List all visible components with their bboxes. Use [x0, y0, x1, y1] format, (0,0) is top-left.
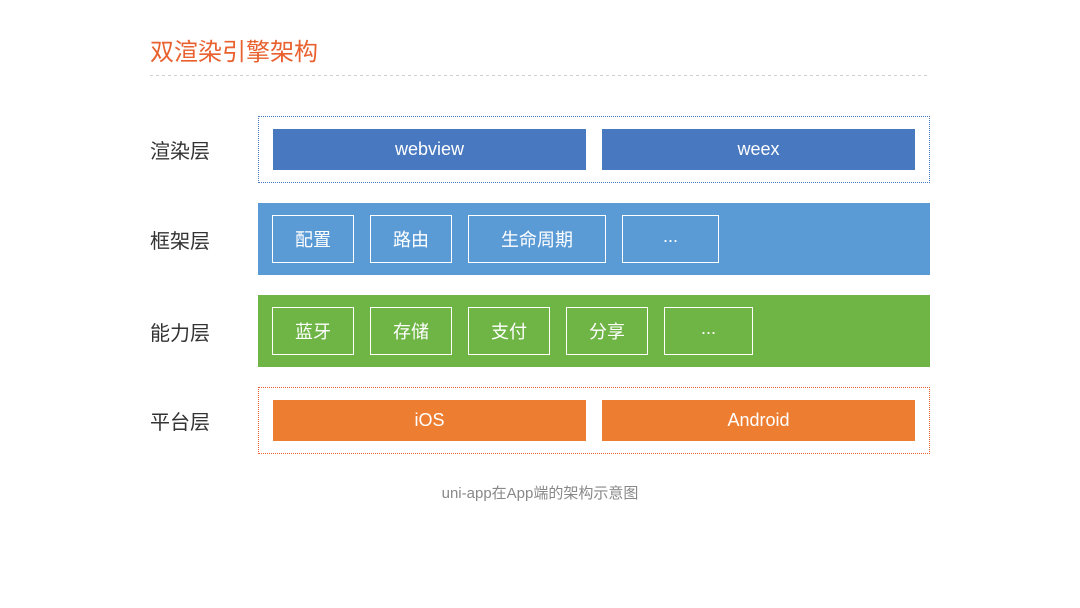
framework-item-lifecycle: 生命周期	[468, 215, 606, 263]
capability-item-payment: 支付	[468, 307, 550, 355]
title-divider	[150, 75, 930, 76]
capability-item-bluetooth: 蓝牙	[272, 307, 354, 355]
framework-layer-row: 框架层 配置 路由 生命周期 ...	[150, 203, 930, 275]
platform-item-android: Android	[602, 400, 915, 441]
platform-layer-row: 平台层 iOS Android	[150, 387, 930, 454]
capability-item-share: 分享	[566, 307, 648, 355]
capability-layer-row: 能力层 蓝牙 存储 支付 分享 ...	[150, 295, 930, 367]
render-item-webview: webview	[273, 129, 586, 170]
framework-item-config: 配置	[272, 215, 354, 263]
render-layer-row: 渲染层 webview weex	[150, 116, 930, 183]
capability-layer-box: 蓝牙 存储 支付 分享 ...	[258, 295, 930, 367]
render-layer-label: 渲染层	[150, 135, 230, 164]
platform-layer-box: iOS Android	[258, 387, 930, 454]
platform-item-ios: iOS	[273, 400, 586, 441]
capability-item-more: ...	[664, 307, 753, 355]
render-layer-box: webview weex	[258, 116, 930, 183]
framework-item-route: 路由	[370, 215, 452, 263]
framework-item-more: ...	[622, 215, 719, 263]
framework-layer-label: 框架层	[150, 225, 230, 254]
architecture-diagram: 渲染层 webview weex 框架层 配置 路由 生命周期 ... 能力层 …	[150, 116, 930, 454]
diagram-caption: uni-app在App端的架构示意图	[150, 482, 930, 503]
diagram-title: 双渲染引擎架构	[150, 32, 930, 67]
render-item-weex: weex	[602, 129, 915, 170]
capability-item-storage: 存储	[370, 307, 452, 355]
platform-layer-label: 平台层	[150, 406, 230, 435]
framework-layer-box: 配置 路由 生命周期 ...	[258, 203, 930, 275]
capability-layer-label: 能力层	[150, 317, 230, 346]
